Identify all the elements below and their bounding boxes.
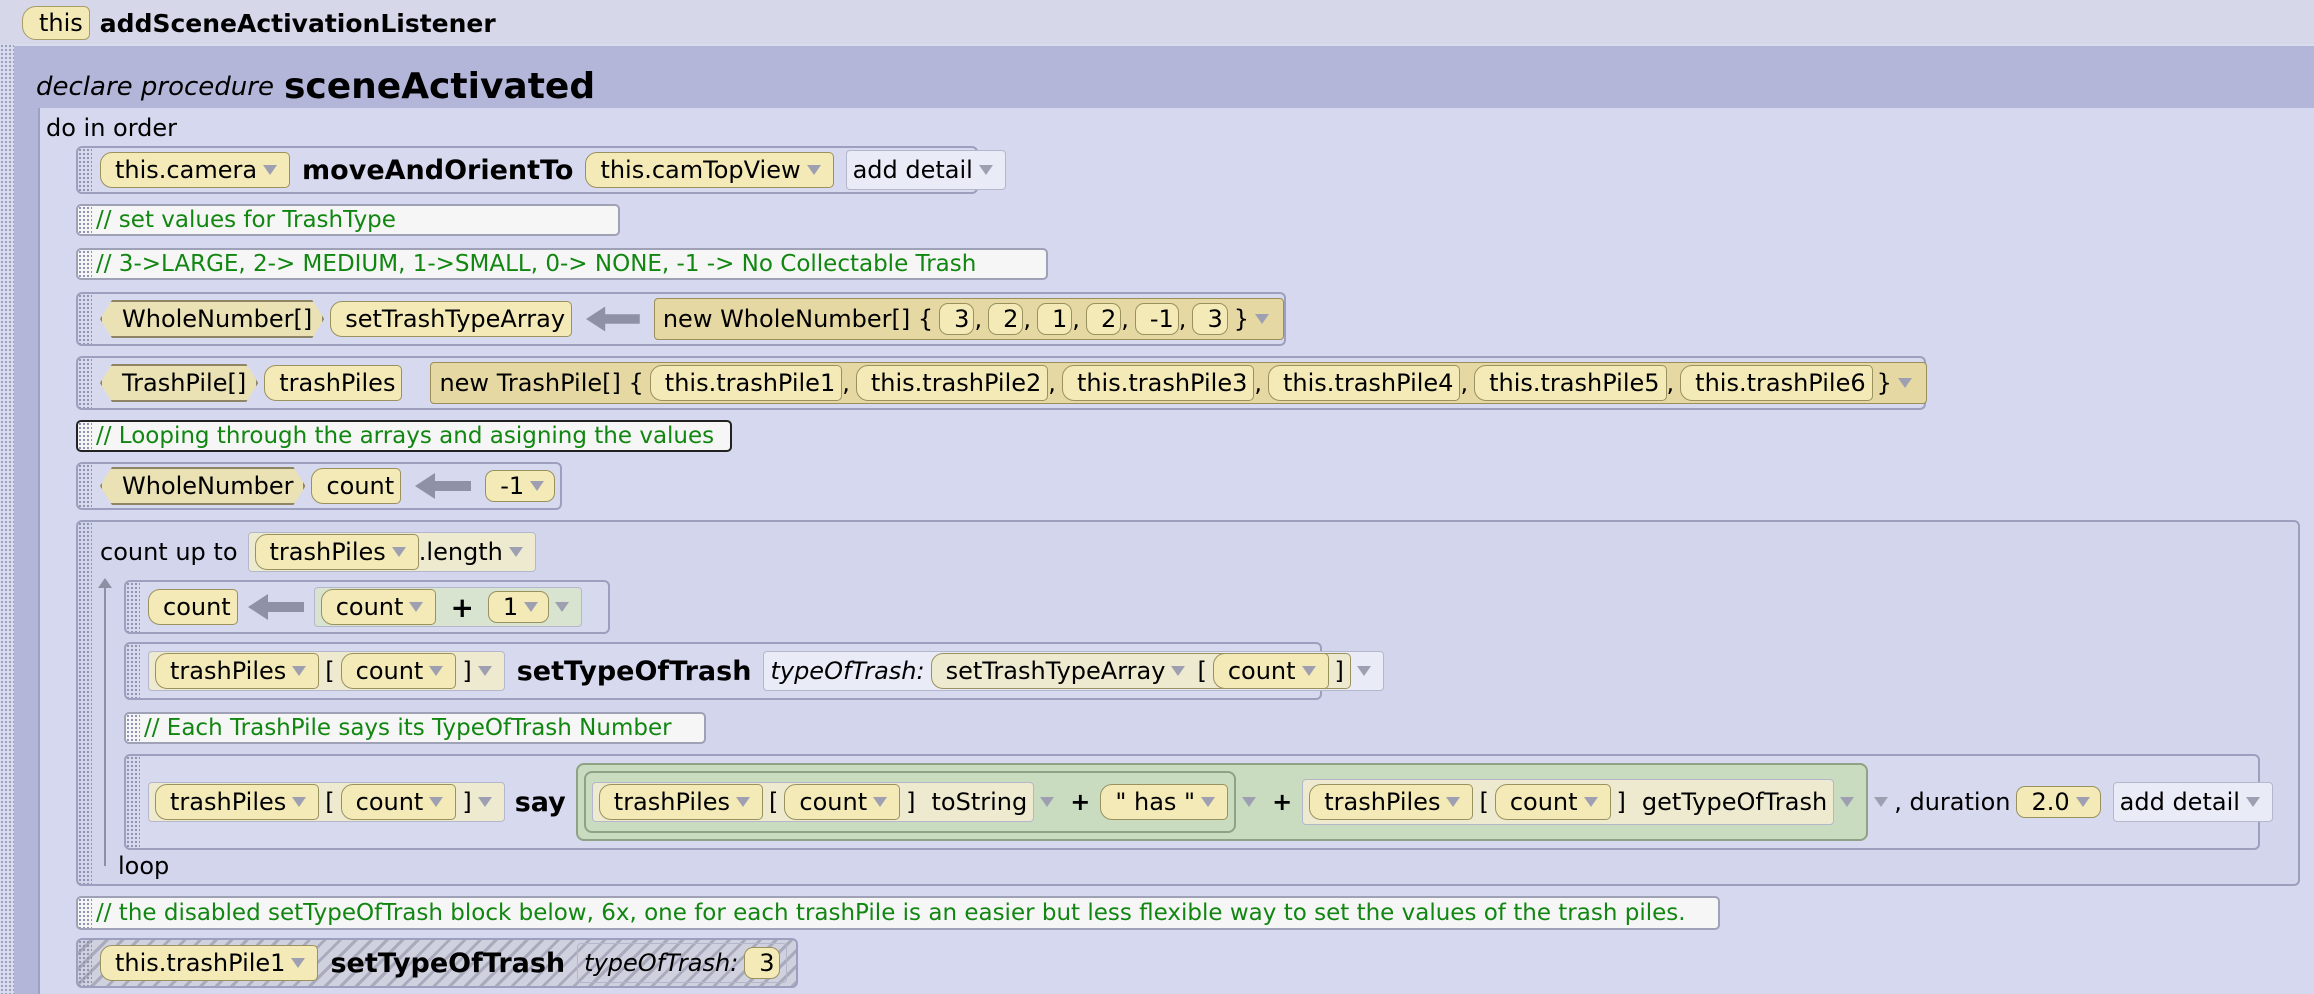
- comment-disabled-explanation[interactable]: // the disabled setTypeOfTrash block bel…: [76, 896, 1720, 930]
- listener-method[interactable]: addSceneActivationListener: [100, 9, 496, 38]
- wholenumber-array-literal[interactable]: new WholeNumber[] { 3, 2, 1, 2, -1, 3 }: [653, 298, 1284, 340]
- say-method: say: [514, 786, 566, 818]
- declare-label: declare procedure: [36, 71, 274, 102]
- tostring-call[interactable]: trashPiles [ count ] toString: [591, 782, 1035, 822]
- array-value[interactable]: this.trashPile6: [1680, 365, 1873, 401]
- assign-arrow-icon: [415, 473, 472, 499]
- trashpiles-ref[interactable]: trashPiles: [155, 784, 320, 820]
- array-value[interactable]: 1: [1037, 303, 1073, 335]
- count-lhs[interactable]: count: [148, 589, 238, 625]
- loop-arrow-icon: [98, 578, 112, 588]
- move-and-orient-statement[interactable]: this.camera moveAndOrientTo this.camTopV…: [76, 146, 1006, 194]
- typeoftrash-argument[interactable]: typeOfTrash: 3: [577, 943, 787, 983]
- trashpiles-var[interactable]: trashPiles: [264, 365, 403, 401]
- say-statement[interactable]: trashPiles [ count ] say trashPiles [ co…: [124, 754, 2273, 850]
- outer-grip[interactable]: [0, 44, 14, 994]
- settrashtypearray-ref[interactable]: setTrashTypeArray [ count ]: [930, 653, 1351, 689]
- loop-array[interactable]: trashPiles: [254, 534, 419, 570]
- count-plus-expression[interactable]: count + 1: [313, 587, 583, 627]
- disabled-settypeoftrash-statement[interactable]: this.trashPile1 setTypeOfTrash typeOfTra…: [76, 938, 798, 988]
- duration-value[interactable]: 2.0: [2016, 786, 2101, 818]
- trashpiles-index-expression[interactable]: trashPiles [ count ]: [148, 651, 505, 691]
- count-operand[interactable]: count: [320, 589, 437, 625]
- this-pill[interactable]: this: [22, 6, 90, 40]
- duration-label: , duration: [1894, 788, 2011, 816]
- count-up-to-label: count up to: [100, 538, 238, 566]
- comment-trashtype[interactable]: // set values for TrashType: [76, 204, 620, 236]
- count-index[interactable]: count: [784, 784, 901, 820]
- settypeoftrash-method: setTypeOfTrash: [516, 655, 752, 687]
- settypeoftrash-statement[interactable]: trashPiles [ count ] setTypeOfTrash type…: [124, 642, 1384, 700]
- array-value[interactable]: -1: [1134, 303, 1179, 335]
- assign-arrow-icon: [586, 306, 640, 332]
- settrashtypearray-var[interactable]: setTrashTypeArray: [330, 301, 573, 337]
- trashpile-array-literal[interactable]: new TrashPile[] { this.trashPile1, this.…: [430, 362, 1927, 404]
- count-increment[interactable]: count count + 1: [124, 580, 610, 634]
- loop-end-label: loop: [118, 852, 170, 880]
- move-method: moveAndOrientTo: [302, 154, 574, 186]
- assign-arrow-icon: [247, 594, 304, 620]
- array-value[interactable]: 2: [1085, 303, 1122, 335]
- count-index[interactable]: count: [1494, 784, 1611, 820]
- wholenumber-type[interactable]: WholeNumber: [100, 467, 305, 505]
- array-value[interactable]: this.trashPile3: [1061, 365, 1255, 401]
- array-value[interactable]: 2: [988, 303, 1024, 335]
- comment-each-trashpile[interactable]: // Each TrashPile says its TypeOfTrash N…: [124, 712, 706, 744]
- array-value[interactable]: this.trashPile2: [855, 365, 1049, 401]
- comment-trash-levels[interactable]: // 3->LARGE, 2-> MEDIUM, 1->SMALL, 0-> N…: [76, 248, 1048, 280]
- array-value[interactable]: this.trashPile1: [649, 365, 843, 401]
- camera-target[interactable]: this.camera: [100, 152, 291, 188]
- settypeoftrash-method: setTypeOfTrash: [330, 947, 566, 979]
- procedure-name[interactable]: sceneActivated: [284, 66, 595, 107]
- string-concat-expression[interactable]: trashPiles [ count ] toString + " has " …: [575, 763, 1869, 841]
- inner-concat[interactable]: trashPiles [ count ] toString + " has ": [583, 771, 1237, 833]
- listener-header: this addSceneActivationListener: [0, 0, 2314, 44]
- typeoftrash-value[interactable]: 3: [744, 947, 780, 979]
- trashpiles-ref[interactable]: trashPiles: [1309, 784, 1474, 820]
- comment-looping[interactable]: // Looping through the arrays and asigni…: [76, 420, 732, 452]
- array-value[interactable]: this.trashPile5: [1474, 365, 1667, 401]
- add-detail-button[interactable]: add detail: [2112, 782, 2273, 822]
- trashpiles-assignment[interactable]: TrashPile[] trashPiles new TrashPile[] {…: [76, 356, 1927, 410]
- cam-topview-arg[interactable]: this.camTopView: [585, 152, 834, 188]
- array-value[interactable]: this.trashPile4: [1268, 365, 1461, 401]
- typeoftrash-argument[interactable]: typeOfTrash: setTrashTypeArray [ count ]: [763, 651, 1384, 691]
- trashpile1-ref[interactable]: this.trashPile1: [100, 945, 319, 981]
- increment-value[interactable]: 1: [487, 591, 550, 623]
- trashpile-array-type[interactable]: TrashPile[]: [100, 364, 258, 402]
- count-index[interactable]: count: [340, 784, 457, 820]
- trashpiles-ref[interactable]: trashPiles: [598, 784, 764, 820]
- count-index[interactable]: count: [1212, 653, 1329, 689]
- count-declaration[interactable]: WholeNumber count -1: [76, 462, 562, 510]
- array-value[interactable]: 3: [1192, 303, 1228, 335]
- wholenumber-array-type[interactable]: WholeNumber[]: [100, 300, 324, 338]
- trashpiles-ref[interactable]: trashPiles: [155, 653, 320, 689]
- count-index[interactable]: count: [340, 653, 457, 689]
- gettypeoftrash-call[interactable]: trashPiles [ count ] getTypeOfTrash: [1302, 779, 1835, 825]
- add-detail-button[interactable]: add detail: [845, 150, 1006, 190]
- settrashtypearray-assignment[interactable]: WholeNumber[] setTrashTypeArray new Whol…: [76, 292, 1286, 346]
- trashpiles-index-expression[interactable]: trashPiles [ count ]: [148, 782, 505, 822]
- count-var[interactable]: count: [311, 468, 402, 504]
- has-string[interactable]: " has ": [1100, 784, 1229, 820]
- loop-bound-expression[interactable]: trashPiles .length: [247, 532, 536, 572]
- count-initial-value[interactable]: -1: [485, 470, 556, 502]
- array-value[interactable]: 3: [939, 303, 975, 335]
- do-in-order-label: do in order: [46, 114, 178, 142]
